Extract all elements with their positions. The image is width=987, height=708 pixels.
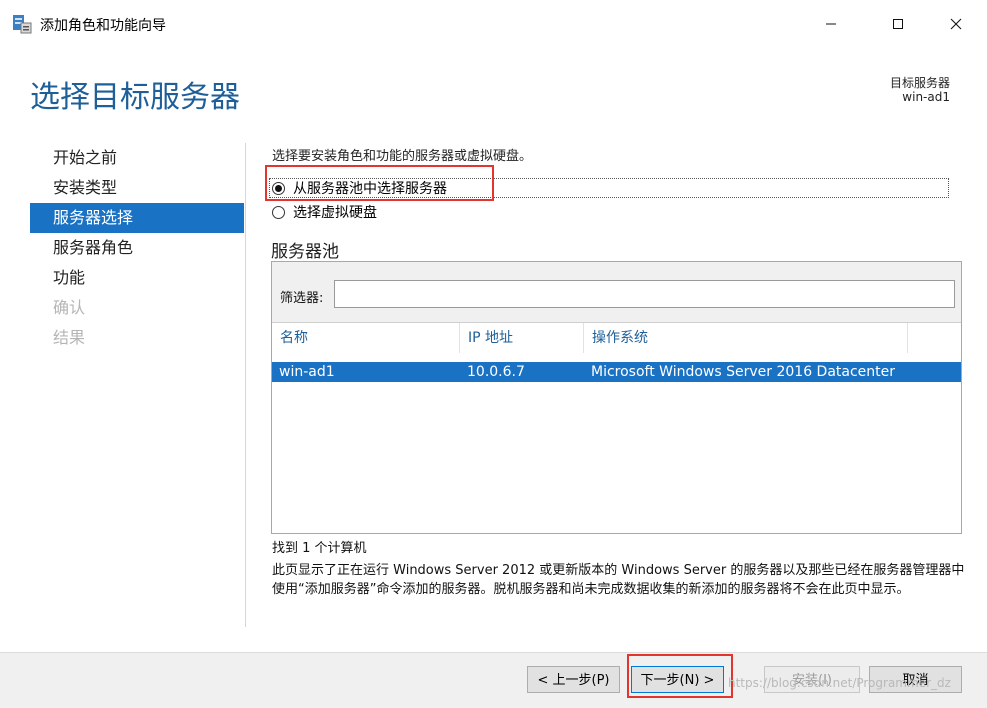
- watermark-text: https://blog.csdn.net/Programmer_dz: [728, 676, 951, 690]
- filter-label: 筛选器:: [280, 291, 324, 306]
- maximize-icon[interactable]: [875, 6, 921, 42]
- radio-select-vhd[interactable]: 选择虚拟硬盘: [272, 201, 377, 223]
- found-count-text: 找到 1 个计算机: [272, 541, 367, 556]
- server-pool-panel: 筛选器: 名称 IP 地址 操作系统 win-ad1 10.0.6.7 Micr…: [271, 261, 962, 534]
- nav-item-features[interactable]: 功能: [30, 263, 244, 293]
- nav-item-installation-type[interactable]: 安装类型: [30, 173, 244, 203]
- column-header-os[interactable]: 操作系统: [584, 323, 908, 353]
- nav-item-before-you-begin[interactable]: 开始之前: [30, 143, 244, 173]
- cell-ip-address: 10.0.6.7: [467, 364, 525, 380]
- wizard-steps-nav: 开始之前 安装类型 服务器选择 服务器角色 功能 确认 结果: [30, 143, 244, 353]
- nav-divider: [245, 143, 246, 627]
- window-title: 添加角色和功能向导: [40, 18, 166, 34]
- server-grid-header: 名称 IP 地址 操作系统: [272, 322, 961, 353]
- cell-server-name: win-ad1: [279, 364, 335, 380]
- minimize-icon[interactable]: [808, 6, 854, 42]
- destination-server-value: win-ad1: [902, 90, 950, 104]
- column-header-ip[interactable]: IP 地址: [460, 323, 584, 353]
- nav-item-server-selection[interactable]: 服务器选择: [30, 203, 244, 233]
- notice-text: 此页显示了正在运行 Windows Server 2012 或更新版本的 Win…: [272, 563, 965, 597]
- radio-button-unchecked[interactable]: [272, 205, 285, 219]
- radio-label-select-vhd: 选择虚拟硬盘: [293, 205, 377, 221]
- page-title: 选择目标服务器: [30, 80, 240, 115]
- nav-item-results: 结果: [53, 328, 86, 347]
- cell-operating-system: Microsoft Windows Server 2016 Datacenter: [591, 364, 896, 380]
- nav-item-confirmation: 确认: [53, 298, 86, 317]
- title-bar: 添加角色和功能向导: [0, 0, 987, 50]
- highlight-box-server-pool-option: [265, 165, 494, 201]
- close-icon[interactable]: [933, 6, 979, 42]
- instruction-text: 选择要安装角色和功能的服务器或虚拟硬盘。: [272, 149, 533, 164]
- table-row[interactable]: win-ad1 10.0.6.7 Microsoft Windows Serve…: [272, 362, 961, 382]
- destination-server-label: 目标服务器: [889, 76, 950, 90]
- nav-item-server-roles[interactable]: 服务器角色: [30, 233, 244, 263]
- highlight-box-next-button: [627, 654, 733, 698]
- previous-button[interactable]: < 上一步(P): [527, 666, 620, 693]
- server-manager-icon: [12, 14, 32, 34]
- server-pool-title: 服务器池: [271, 242, 339, 262]
- column-header-name[interactable]: 名称: [272, 323, 460, 353]
- filter-bar: 筛选器:: [272, 262, 961, 322]
- filter-input[interactable]: [334, 280, 955, 308]
